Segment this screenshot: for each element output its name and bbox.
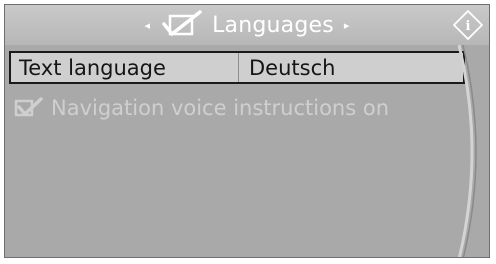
previous-menu-arrow[interactable]: ◂ <box>145 19 151 32</box>
title-bar: ◂ Languages ▸ i <box>5 5 489 45</box>
checked-checkbox-icon[interactable] <box>13 97 43 119</box>
scroll-arc <box>457 45 477 257</box>
navigation-voice-row[interactable]: Navigation voice instructions on <box>13 91 389 125</box>
idrive-screen: ◂ Languages ▸ i Text language Deutsch Na… <box>4 4 490 258</box>
menu-list: Text language Deutsch Navigation voice i… <box>5 47 489 257</box>
page-title: Languages <box>212 12 334 38</box>
navigation-voice-label: Navigation voice instructions on <box>51 96 389 120</box>
text-language-label: Text language <box>11 53 239 82</box>
info-glyph: i <box>466 19 471 34</box>
info-diamond-icon[interactable]: i <box>453 10 483 40</box>
next-menu-arrow[interactable]: ▸ <box>344 19 350 32</box>
text-language-row[interactable]: Text language Deutsch <box>9 51 465 84</box>
checkbox-check-icon <box>162 10 202 36</box>
text-language-value: Deutsch <box>249 55 336 80</box>
title-group: ◂ Languages ▸ <box>5 5 489 45</box>
